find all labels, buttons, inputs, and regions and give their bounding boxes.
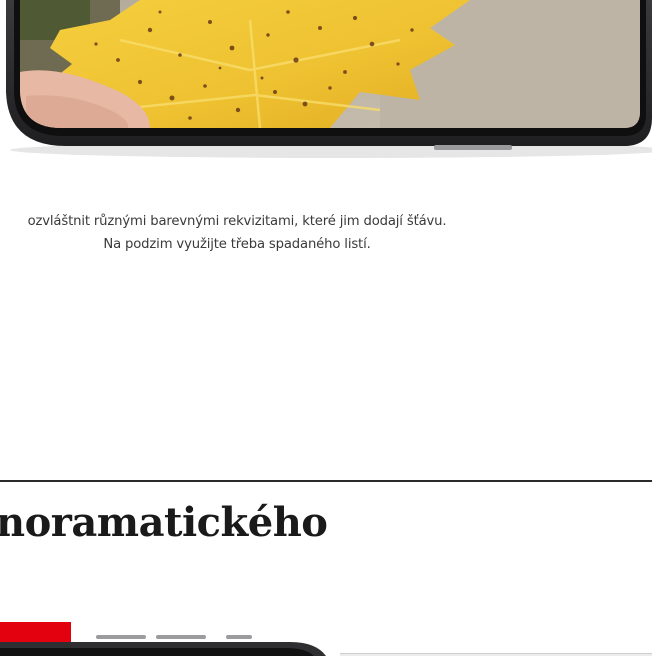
photo-edge-bottom xyxy=(340,646,652,656)
article-page: ozvláštnit různými barevnými rekvizitami… xyxy=(0,0,652,656)
phone-photo-mockup xyxy=(0,0,652,160)
photo-caption: ozvláštnit různými barevnými rekvizitami… xyxy=(0,210,482,256)
phone-mockup-bottom xyxy=(0,630,340,656)
leaf-photo xyxy=(20,0,640,128)
caption-line-1: ozvláštnit různými barevnými rekvizitami… xyxy=(27,214,447,230)
phone-side-button xyxy=(434,145,512,150)
section-heading: noramatického xyxy=(0,499,328,546)
section-divider xyxy=(0,480,652,482)
caption-line-2: Na podzim využijte třeba spadaného listí… xyxy=(103,237,371,253)
